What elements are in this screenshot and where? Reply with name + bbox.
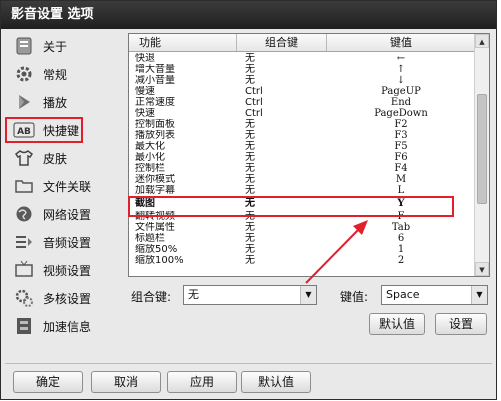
audio-icon	[13, 231, 35, 253]
sidebar-item-audio[interactable]: 音频设置	[7, 229, 119, 255]
folder-icon	[13, 175, 35, 197]
column-header-modifier[interactable]: 组合键	[237, 34, 327, 51]
sidebar-item-network[interactable]: 网络设置	[7, 201, 119, 227]
modifier-select[interactable]: 无 ▼	[183, 285, 317, 305]
key-label: 键值:	[340, 290, 369, 304]
sidebar-item-label: 网络设置	[43, 207, 92, 222]
table-row-selected[interactable]: 截图 无 Y	[129, 198, 475, 210]
scroll-down-icon[interactable]: ▼	[475, 262, 489, 276]
sidebar-item-shortcuts[interactable]: AB 快捷键	[5, 117, 83, 143]
scroll-thumb[interactable]	[477, 94, 487, 204]
cell-function: 缩放100%	[135, 255, 184, 266]
table-row[interactable]: 缩放100% 无 2	[129, 255, 475, 267]
cell-modifier: 无	[245, 185, 255, 196]
gear-icon	[13, 63, 35, 85]
sidebar-item-general[interactable]: 常规	[7, 61, 119, 87]
chevron-down-icon[interactable]: ▼	[471, 286, 487, 304]
sidebar-item-label: 文件关联	[43, 179, 92, 194]
sidebar-item-label: 皮肤	[43, 151, 68, 166]
table-header: 功能 组合键 键值	[129, 34, 475, 52]
sidebar-item-about[interactable]: 关于	[7, 33, 119, 59]
play-icon	[13, 91, 35, 113]
cell-key: 2	[397, 255, 405, 266]
sidebar-item-label: 视频设置	[43, 263, 92, 278]
svg-text:AB: AB	[17, 127, 31, 137]
sidebar-item-multicore[interactable]: 多核设置	[7, 285, 119, 311]
sidebar-item-label: 快捷键	[43, 123, 80, 138]
tv-icon	[13, 259, 35, 281]
sidebar-item-file-association[interactable]: 文件关联	[7, 173, 119, 199]
restore-default-button[interactable]: 默认值	[369, 313, 425, 335]
sidebar-item-playback[interactable]: 播放	[7, 89, 119, 115]
table-row[interactable]: 加载字幕 无 L	[129, 185, 475, 197]
cell-function: 加载字幕	[135, 185, 175, 196]
table-body: 快退无 ← 增大音量无 ↑ 减小音量无 ↓ 慢速 Ctrl PageUP 正常速度 Ctrl…	[129, 53, 475, 276]
sidebar-item-label: 加速信息	[43, 319, 92, 334]
apply-button[interactable]: 应用	[167, 371, 237, 393]
globe-icon	[13, 203, 35, 225]
cell-modifier: 无	[245, 198, 255, 209]
cell-key: L	[397, 185, 405, 196]
scroll-up-icon[interactable]: ▲	[475, 34, 489, 48]
modifier-label: 组合键:	[131, 290, 172, 304]
key-value: Space	[386, 288, 420, 301]
sidebar-item-skin[interactable]: 皮肤	[7, 145, 119, 171]
cell-modifier: 无	[245, 255, 255, 266]
accelerate-icon	[13, 315, 35, 337]
footer-divider	[5, 363, 492, 364]
sidebar-item-label: 播放	[43, 95, 68, 110]
table-scrollbar[interactable]: ▲ ▼	[474, 34, 489, 276]
chevron-down-icon[interactable]: ▼	[300, 286, 316, 304]
sidebar-item-label: 多核设置	[43, 291, 92, 306]
key-select[interactable]: Space ▼	[381, 285, 488, 305]
cell-key: Y	[397, 198, 405, 209]
window-title: 影音设置 选项	[1, 1, 496, 29]
sidebar-item-acceleration[interactable]: 加速信息	[7, 313, 119, 339]
sidebar-item-label: 关于	[43, 39, 68, 54]
column-header-function[interactable]: 功能	[129, 34, 237, 51]
sidebar-item-label: 常规	[43, 67, 68, 82]
settings-window: 影音设置 选项 关于 常规 播放 AB 快捷键 皮肤 文件关联 网络设置 音频设…	[0, 0, 497, 400]
keyboard-ab-icon: AB	[13, 119, 35, 141]
cancel-button[interactable]: 取消	[91, 371, 161, 393]
cell-function: 截图	[135, 198, 155, 209]
sidebar-item-label: 音频设置	[43, 235, 92, 250]
shirt-icon	[13, 147, 35, 169]
multicore-icon	[13, 287, 35, 309]
footer-default-button[interactable]: 默认值	[241, 371, 311, 393]
ok-button[interactable]: 确定	[13, 371, 83, 393]
modifier-value: 无	[188, 288, 199, 301]
shortcut-table: 功能 组合键 键值 快退无 ← 增大音量无 ↑ 减小音量无 ↓ 慢速 Ctrl PageU…	[128, 33, 490, 277]
set-button[interactable]: 设置	[435, 313, 487, 335]
column-header-key[interactable]: 键值	[327, 34, 475, 51]
sidebar-item-video[interactable]: 视频设置	[7, 257, 119, 283]
about-icon	[13, 35, 35, 57]
sidebar: 关于 常规 播放 AB 快捷键 皮肤 文件关联 网络设置 音频设置 视频设置 多…	[5, 33, 119, 353]
